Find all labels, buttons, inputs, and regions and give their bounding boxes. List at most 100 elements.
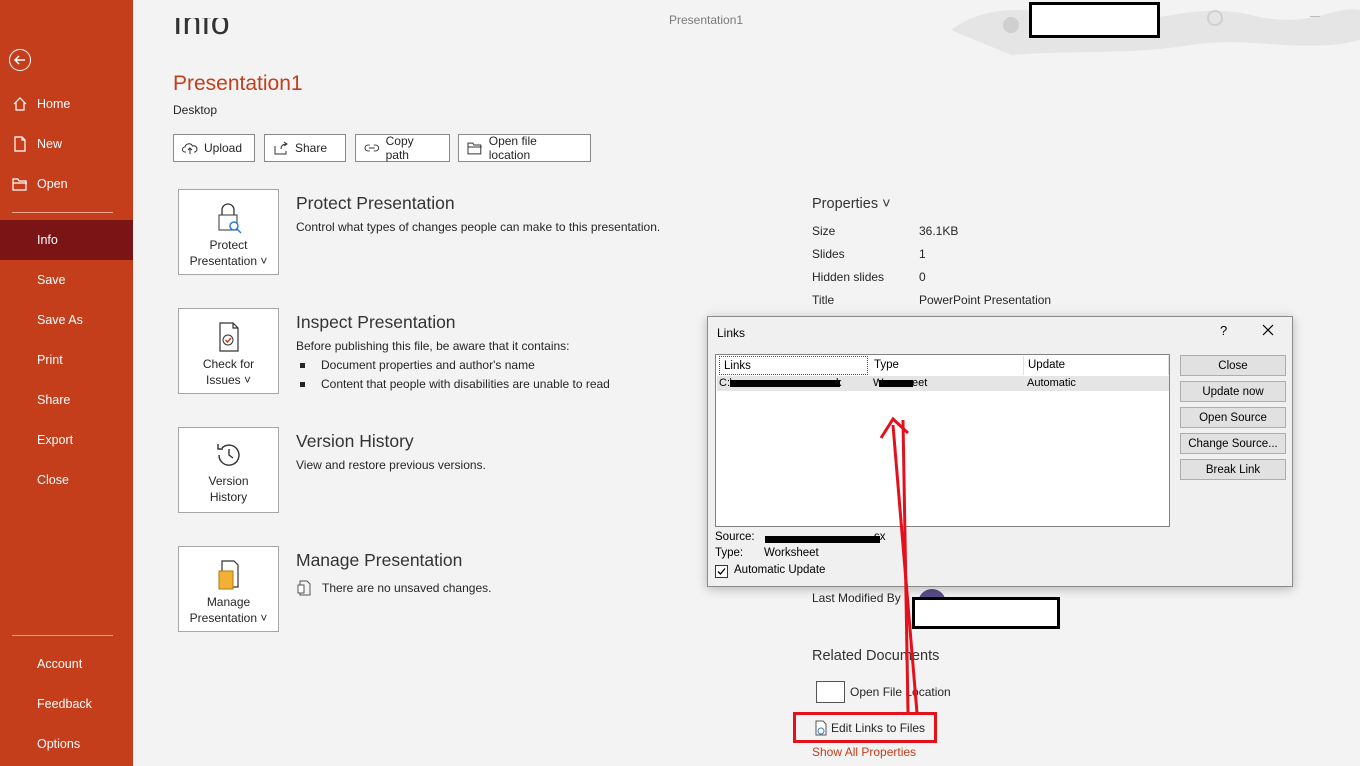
protect-line1: Protect xyxy=(209,238,248,252)
sidebar-item-open[interactable]: Open xyxy=(0,164,133,204)
share-icon xyxy=(274,141,288,155)
lock-icon xyxy=(218,203,242,234)
sidebar-item-save-as[interactable]: Save As xyxy=(0,300,133,340)
bullet-text: Document properties and author's name xyxy=(321,358,535,372)
folder-icon xyxy=(816,681,845,703)
sidebar-item-info[interactable]: Info xyxy=(0,220,133,260)
back-arrow-icon[interactable] xyxy=(9,49,31,71)
open-file-location-text: Open File Location xyxy=(850,685,951,699)
bullet-text: Content that people with disabilities ar… xyxy=(321,377,610,391)
upload-button[interactable]: Upload xyxy=(173,134,255,162)
cloud-upload-icon xyxy=(182,143,198,154)
inspect-bullet: Document properties and author's name xyxy=(300,358,535,372)
help-button[interactable]: ? xyxy=(1220,323,1227,338)
automatic-update-label: Automatic Update xyxy=(734,564,826,576)
manage-desc: There are no unsaved changes. xyxy=(322,581,492,595)
inspect-bullet: Content that people with disabilities ar… xyxy=(300,377,610,391)
source-suffix: sx xyxy=(874,531,886,543)
redacted-name-box xyxy=(912,597,1060,629)
version-title: Version History xyxy=(296,431,414,451)
redacted-account-box xyxy=(1029,2,1160,38)
sidebar-item-save[interactable]: Save xyxy=(0,260,133,300)
column-header-links[interactable]: Links xyxy=(719,356,868,375)
sidebar-item-share[interactable]: Share xyxy=(0,380,133,420)
sidebar-item-label: Account xyxy=(37,657,83,671)
edit-links-text: Edit Links to Files xyxy=(831,720,926,735)
edit-links-to-files-link[interactable]: Edit Links to Files xyxy=(793,712,937,743)
redaction-mark xyxy=(879,380,913,387)
properties-dropdown[interactable]: Properties ˅ xyxy=(812,196,891,212)
open-file-location-link[interactable]: Open File Location xyxy=(816,681,951,703)
open-source-button[interactable]: Open Source xyxy=(1180,407,1286,428)
dialog-title: Links xyxy=(717,326,746,340)
upload-label: Upload xyxy=(204,141,243,155)
property-value: 0 xyxy=(919,270,926,284)
sidebar-item-close[interactable]: Close xyxy=(0,460,133,500)
type-label: Type: xyxy=(715,547,744,559)
type-value: Worksheet xyxy=(764,547,819,559)
update-now-button[interactable]: Update now xyxy=(1180,381,1286,402)
sidebar-item-print[interactable]: Print xyxy=(0,340,133,380)
inspect-line2: Issues ˅ xyxy=(205,373,252,387)
link-path-suffix: k xyxy=(836,377,842,389)
related-documents-title: Related Documents xyxy=(812,648,940,664)
sidebar-item-new[interactable]: New xyxy=(0,124,133,164)
links-list[interactable]: Links Type Update C:\ k W eet Automatic xyxy=(715,354,1170,527)
sidebar-item-home[interactable]: Home xyxy=(0,84,133,124)
close-icon[interactable] xyxy=(1262,324,1274,336)
property-value[interactable]: PowerPoint Presentation xyxy=(919,293,1051,307)
sidebar-item-label: Print xyxy=(37,353,63,367)
property-value: 1 xyxy=(919,247,926,261)
version-history-button[interactable]: Version History xyxy=(178,427,279,513)
sidebar-item-label: Info xyxy=(37,233,58,247)
sidebar-item-label: Feedback xyxy=(37,697,92,711)
redaction-mark xyxy=(730,380,840,387)
protect-title: Protect Presentation xyxy=(296,193,455,213)
check-for-issues-button[interactable]: Check for Issues ˅ xyxy=(178,308,279,394)
new-file-icon xyxy=(14,136,26,152)
share-button[interactable]: Share xyxy=(264,134,346,162)
manage-presentation-button[interactable]: Manage Presentation ˅ xyxy=(178,546,279,632)
property-key: Hidden slides xyxy=(812,270,885,284)
close-button[interactable]: Close xyxy=(1180,355,1286,376)
automatic-update-checkbox[interactable] xyxy=(715,565,728,578)
copy-path-button[interactable]: Copy path xyxy=(355,134,450,162)
source-label: Source: xyxy=(715,531,755,543)
links-dialog: Links ? Links Type Update C:\ k W eet Au… xyxy=(707,316,1293,587)
sidebar-item-options[interactable]: Options xyxy=(0,724,133,764)
column-header-update[interactable]: Update xyxy=(1024,356,1169,375)
document-icon xyxy=(297,580,311,596)
sidebar-item-label: Open xyxy=(37,177,68,191)
inspect-title: Inspect Presentation xyxy=(296,312,456,332)
sidebar-item-account[interactable]: Account xyxy=(0,644,133,684)
sidebar-item-feedback[interactable]: Feedback xyxy=(0,684,133,724)
version-line1: Version xyxy=(208,474,249,488)
break-link-button[interactable]: Break Link xyxy=(1180,459,1286,480)
protect-presentation-button[interactable]: Protect Presentation ˅ xyxy=(178,189,279,275)
last-modified-label: Last Modified By xyxy=(812,591,901,605)
home-icon xyxy=(13,97,27,111)
clock-history-icon xyxy=(216,444,240,466)
open-file-location-label: Open file location xyxy=(488,134,537,162)
property-key: Title xyxy=(812,293,835,307)
window-title: Presentation1 xyxy=(669,13,744,27)
column-header-type[interactable]: Type xyxy=(870,356,1024,375)
redaction-mark xyxy=(765,536,880,543)
open-file-location-button[interactable]: Open file location xyxy=(458,134,591,162)
show-all-properties-link[interactable]: Show All Properties xyxy=(812,745,916,759)
title-bar: Presentation1 xyxy=(133,0,1360,55)
inspect-line1: Check for xyxy=(202,357,255,371)
change-source-button[interactable]: Change Source... xyxy=(1180,433,1286,454)
sidebar-item-label: Close xyxy=(37,473,69,487)
open-folder-icon xyxy=(12,178,27,191)
sidebar-item-label: Save As xyxy=(37,313,83,327)
minimize-button[interactable] xyxy=(1310,16,1320,17)
manage-title: Manage Presentation xyxy=(296,550,463,570)
link-type-suffix: eet xyxy=(912,377,928,389)
sidebar-item-label: Save xyxy=(37,273,66,287)
manage-line1: Manage xyxy=(206,595,251,609)
sidebar-item-export[interactable]: Export xyxy=(0,420,133,460)
backstage-sidebar: Home New Open Info Save Save As Print Sh… xyxy=(0,0,133,766)
document-location: Desktop xyxy=(173,103,218,117)
property-key: Size xyxy=(812,224,836,238)
